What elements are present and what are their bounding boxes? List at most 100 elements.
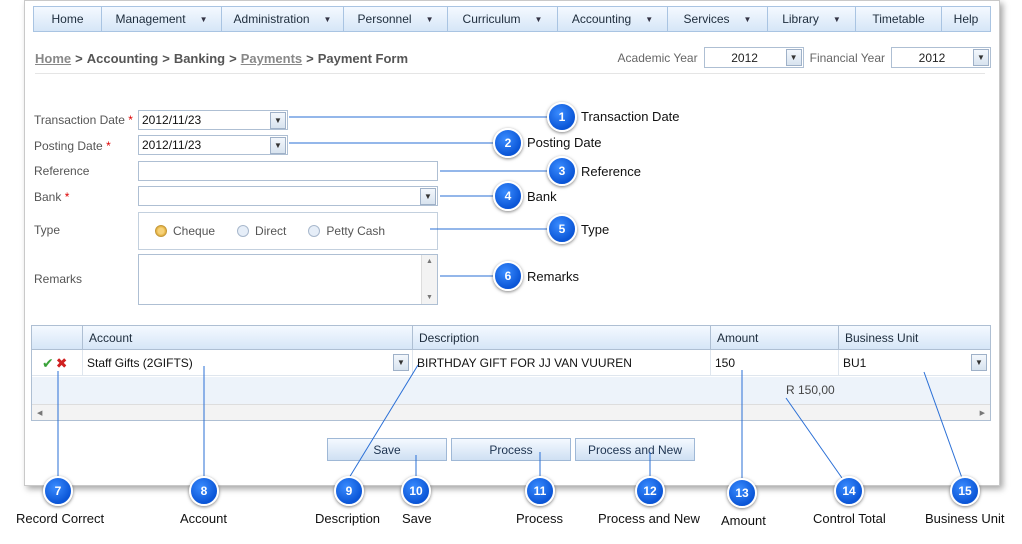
callout-text: Reference <box>581 164 641 179</box>
payment-lines-grid: Account Description Amount Business Unit… <box>31 325 991 421</box>
account-value: Staff Gifts (2GIFTS) <box>87 356 193 370</box>
chevron-down-icon[interactable]: ▼ <box>971 354 987 371</box>
callout-text: Process <box>516 511 563 526</box>
callout-badge: 13 <box>727 478 757 508</box>
bank-select[interactable]: ▼ <box>138 186 438 206</box>
calendar-dropdown-icon[interactable]: ▼ <box>270 112 286 129</box>
scroll-left-icon[interactable]: ◀ <box>37 409 42 417</box>
divider <box>35 73 985 74</box>
scroll-right-icon[interactable]: ▶ <box>980 409 985 417</box>
save-button[interactable]: Save <box>327 438 447 461</box>
transaction-date-value: 2012/11/23 <box>142 113 202 127</box>
menu-label: Help <box>953 12 979 26</box>
menu-services[interactable]: Services ▼ <box>668 7 768 31</box>
menu-label: Home <box>51 12 84 26</box>
radio-empty-icon <box>308 225 321 237</box>
chevron-down-icon: ▼ <box>832 14 841 24</box>
chevron-down-icon[interactable]: ▼ <box>393 354 409 371</box>
callout-text: Type <box>581 222 610 237</box>
cell-account[interactable]: Staff Gifts (2GIFTS) ▼ <box>82 350 412 376</box>
radio-label: Direct <box>255 224 287 238</box>
breadcrumb-separator: > <box>162 51 170 66</box>
column-description[interactable]: Description <box>412 326 710 350</box>
label-text: Posting Date <box>34 139 103 153</box>
menu-label: Personnel <box>357 12 412 26</box>
callout-text: Remarks <box>527 269 580 284</box>
chevron-down-icon: ▼ <box>199 14 208 24</box>
callout-badge: 3 <box>547 156 577 186</box>
menu-management[interactable]: Management ▼ <box>102 7 222 31</box>
business-unit-value: BU1 <box>843 356 867 370</box>
menu-curriculum[interactable]: Curriculum ▼ <box>448 7 558 31</box>
transaction-date-label: Transaction Date * <box>34 113 133 127</box>
column-business-unit[interactable]: Business Unit <box>838 326 990 350</box>
label-text: Bank <box>34 190 62 204</box>
posting-date-label: Posting Date * <box>34 139 111 153</box>
breadcrumb-banking: Banking <box>173 51 226 66</box>
cell-amount[interactable]: 150 <box>710 350 838 376</box>
callout-badge: 8 <box>189 476 219 506</box>
menu-timetable[interactable]: Timetable <box>856 7 942 31</box>
posting-date-value: 2012/11/23 <box>142 138 202 152</box>
chevron-down-icon[interactable]: ▼ <box>785 49 802 66</box>
chevron-down-icon: ▼ <box>534 14 543 24</box>
column-account[interactable]: Account <box>82 326 412 350</box>
scrollbar[interactable]: ▲ ▼ <box>421 255 437 304</box>
menu-label: Timetable <box>872 12 925 26</box>
callout-text: Transaction Date <box>581 109 680 124</box>
breadcrumb-separator: > <box>306 51 314 66</box>
type-radio-group: Cheque Direct Petty Cash <box>138 212 438 250</box>
radio-direct[interactable]: Direct <box>237 224 286 238</box>
radio-petty-cash[interactable]: Petty Cash <box>308 224 385 238</box>
menu-label: Administration <box>233 12 310 26</box>
control-total: R 150,00 <box>786 383 835 397</box>
horizontal-scrollbar[interactable]: ◀ ▶ <box>32 404 990 420</box>
academic-year-select[interactable]: 2012 ▼ <box>703 47 804 68</box>
scroll-down-icon[interactable]: ▼ <box>426 294 433 301</box>
chevron-down-icon: ▼ <box>425 14 434 24</box>
process-and-new-button[interactable]: Process and New <box>575 438 695 461</box>
financial-year-label: Financial Year <box>809 50 885 65</box>
radio-empty-icon <box>237 225 250 237</box>
callout-text: Control Total <box>813 511 886 526</box>
delete-icon[interactable]: ✖ <box>56 355 68 372</box>
check-icon[interactable]: ✔ <box>42 355 54 372</box>
cell-description[interactable]: BIRTHDAY GIFT FOR JJ VAN VUUREN <box>412 350 710 376</box>
menu-label: Management <box>115 12 186 26</box>
transaction-date-field[interactable]: 2012/11/23 ▼ <box>138 110 288 130</box>
column-amount[interactable]: Amount <box>710 326 838 350</box>
callout-text: Process and New <box>598 511 700 526</box>
menu-personnel[interactable]: Personnel ▼ <box>344 7 448 31</box>
menu-administration[interactable]: Administration ▼ <box>222 7 344 31</box>
calendar-dropdown-icon[interactable]: ▼ <box>270 137 286 154</box>
record-actions: ✔ ✖ <box>32 350 82 376</box>
breadcrumb-current: Payment Form <box>317 51 409 66</box>
breadcrumb: Home > Accounting > Banking > Payments >… <box>35 51 408 66</box>
chevron-down-icon: ▼ <box>743 14 752 24</box>
breadcrumb-home[interactable]: Home <box>35 51 71 66</box>
reference-input[interactable] <box>138 161 438 181</box>
required-mark: * <box>64 190 70 204</box>
menu-accounting[interactable]: Accounting ▼ <box>558 7 668 31</box>
cell-business-unit[interactable]: BU1 ▼ <box>838 350 990 376</box>
scroll-up-icon[interactable]: ▲ <box>426 258 433 265</box>
remarks-textarea[interactable]: ▲ ▼ <box>138 254 438 305</box>
academic-year-label: Academic Year <box>617 50 698 65</box>
menu-home[interactable]: Home <box>34 7 102 31</box>
menu-library[interactable]: Library ▼ <box>768 7 856 31</box>
callout-text: Account <box>180 511 227 526</box>
main-menu: Home Management ▼ Administration ▼ Personn… <box>33 6 991 32</box>
posting-date-field[interactable]: 2012/11/23 ▼ <box>138 135 288 155</box>
financial-year-select[interactable]: 2012 ▼ <box>891 47 991 68</box>
callout-badge: 12 <box>635 476 665 506</box>
radio-cheque[interactable]: Cheque <box>155 224 215 238</box>
callout-text: Bank <box>527 189 557 204</box>
breadcrumb-payments[interactable]: Payments <box>241 51 302 66</box>
chevron-down-icon[interactable]: ▼ <box>973 49 989 66</box>
menu-help[interactable]: Help <box>942 7 990 31</box>
callout-badge: 10 <box>401 476 431 506</box>
chevron-down-icon[interactable]: ▼ <box>420 188 436 205</box>
callout-badge: 5 <box>547 214 577 244</box>
process-button[interactable]: Process <box>451 438 571 461</box>
radio-selected-icon <box>155 225 167 237</box>
